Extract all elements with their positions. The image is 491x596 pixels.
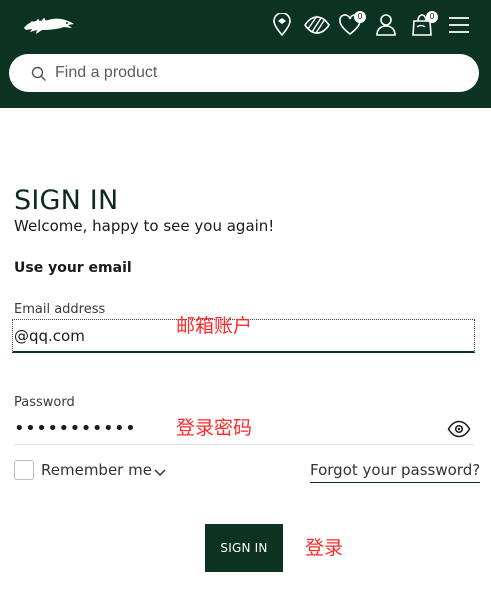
- email-label: Email address: [14, 302, 106, 317]
- product-search-bar[interactable]: [9, 54, 479, 92]
- remember-me-checkbox[interactable]: [14, 460, 34, 480]
- store-locator-icon[interactable]: [270, 12, 294, 38]
- sign-in-button[interactable]: SIGN IN: [205, 524, 283, 572]
- menu-icon[interactable]: [448, 12, 470, 38]
- password-input[interactable]: •••••••••••: [14, 418, 136, 439]
- password-label: Password: [14, 395, 75, 410]
- forgot-password-link[interactable]: Forgot your password?: [310, 461, 481, 483]
- page-title: SIGN IN: [14, 185, 119, 216]
- account-icon[interactable]: [374, 12, 398, 38]
- submit-annotation: 登录: [305, 537, 344, 559]
- search-input[interactable]: [55, 54, 455, 92]
- wishlist-heart-icon[interactable]: 0: [338, 11, 366, 38]
- email-annotation: 邮箱账户: [176, 315, 253, 337]
- lacoste-crocodile-logo[interactable]: [22, 10, 76, 40]
- password-underline: [14, 444, 474, 445]
- search-icon: [31, 66, 47, 82]
- visibility-off-icon[interactable]: [303, 12, 331, 38]
- use-email-heading: Use your email: [14, 260, 132, 276]
- remember-me-label[interactable]: Remember me: [41, 461, 152, 479]
- password-annotation: 登录密码: [176, 417, 253, 439]
- chevron-down-icon[interactable]: [153, 465, 167, 477]
- show-password-eye-icon[interactable]: [447, 419, 471, 439]
- welcome-text: Welcome, happy to see you again!: [14, 217, 275, 235]
- wishlist-count-badge: 0: [354, 11, 366, 23]
- site-header: 0 0: [0, 0, 491, 108]
- cart-count-badge: 0: [426, 11, 438, 23]
- cart-bag-icon[interactable]: 0: [410, 11, 438, 38]
